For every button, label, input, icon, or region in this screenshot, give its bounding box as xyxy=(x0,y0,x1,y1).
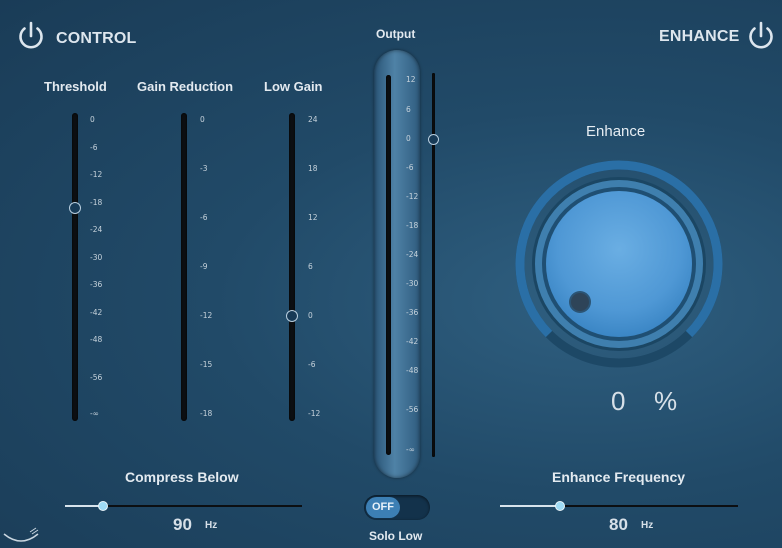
thr-tick: -42 xyxy=(90,308,103,317)
out-tick: -24 xyxy=(406,250,419,259)
gr-tick: -6 xyxy=(200,213,208,222)
lg-tick: 18 xyxy=(308,164,318,173)
solo-low-state: OFF xyxy=(372,501,394,513)
enhance-value: 0 xyxy=(611,386,626,416)
solo-low-toggle[interactable]: OFF xyxy=(364,495,430,520)
gr-tick: -12 xyxy=(200,311,213,320)
enhance-frequency-value: 80 xyxy=(609,515,628,534)
threshold-label: Threshold xyxy=(44,79,107,94)
thr-tick: -56 xyxy=(90,373,103,382)
compress-below-unit: Hz xyxy=(205,520,218,531)
enhance-power-icon[interactable] xyxy=(745,20,777,52)
lg-tick: 6 xyxy=(308,262,313,271)
gr-tick: 0 xyxy=(200,115,205,124)
enhance-unit: % xyxy=(654,386,678,416)
output-handle[interactable] xyxy=(428,133,439,145)
thr-tick: -∞ xyxy=(90,409,99,418)
output-slider[interactable] xyxy=(432,73,435,457)
lg-tick: -6 xyxy=(308,360,316,369)
thr-tick: 0 xyxy=(90,115,95,124)
thr-tick: -48 xyxy=(90,335,103,344)
lg-tick: 12 xyxy=(308,213,318,222)
out-tick: -36 xyxy=(406,308,419,317)
gr-tick: -9 xyxy=(200,262,208,271)
compress-below-label: Compress Below xyxy=(125,469,239,485)
compress-below-handle[interactable] xyxy=(97,501,108,511)
lg-tick: 24 xyxy=(308,115,318,124)
enhance-frequency-label: Enhance Frequency xyxy=(552,469,686,485)
gr-tick: -3 xyxy=(200,164,208,173)
enhance-frequency-handle[interactable] xyxy=(554,501,565,511)
out-tick: -6 xyxy=(406,163,414,172)
control-title: CONTROL xyxy=(56,30,137,47)
low-gain-label: Low Gain xyxy=(264,79,323,94)
gr-tick: -18 xyxy=(200,409,213,418)
enhance-frequency-slider[interactable] xyxy=(500,505,738,507)
out-tick: 12 xyxy=(406,75,416,84)
enhance-frequency-unit: Hz xyxy=(641,520,654,531)
out-tick: -42 xyxy=(406,337,419,346)
out-tick: 0 xyxy=(406,134,411,143)
threshold-slider[interactable] xyxy=(72,113,78,421)
out-tick: -30 xyxy=(406,279,419,288)
out-tick: -18 xyxy=(406,221,419,230)
low-gain-slider[interactable] xyxy=(289,113,295,421)
enhance-title: ENHANCE xyxy=(659,28,740,45)
out-tick: -∞ xyxy=(406,445,415,454)
thr-tick: -12 xyxy=(90,170,103,179)
out-tick: -56 xyxy=(406,405,419,414)
output-meter xyxy=(386,75,391,455)
thr-tick: -30 xyxy=(90,253,103,262)
thr-tick: -36 xyxy=(90,280,103,289)
thr-tick: -18 xyxy=(90,198,103,207)
gain-reduction-meter xyxy=(181,113,187,421)
out-tick: 6 xyxy=(406,105,411,114)
control-power-icon[interactable] xyxy=(15,20,47,52)
lg-tick: -12 xyxy=(308,409,321,418)
thr-tick: -24 xyxy=(90,225,103,234)
low-gain-handle[interactable] xyxy=(286,310,298,322)
gain-reduction-label: Gain Reduction xyxy=(137,79,234,94)
solo-low-label: Solo Low xyxy=(369,529,423,543)
brand-logo-icon xyxy=(3,527,39,542)
enhance-knob[interactable] xyxy=(515,160,725,370)
lg-tick: 0 xyxy=(308,311,313,320)
gr-tick: -15 xyxy=(200,360,213,369)
enhance-knob-label: Enhance xyxy=(586,123,646,140)
out-tick: -48 xyxy=(406,366,419,375)
threshold-handle[interactable] xyxy=(69,201,81,214)
compress-below-value: 90 xyxy=(173,515,192,534)
plugin-window: CONTROL ENHANCE Threshold Gain Reduction… xyxy=(0,0,782,548)
output-label: Output xyxy=(376,27,416,41)
out-tick: -12 xyxy=(406,192,419,201)
thr-tick: -6 xyxy=(90,143,98,152)
